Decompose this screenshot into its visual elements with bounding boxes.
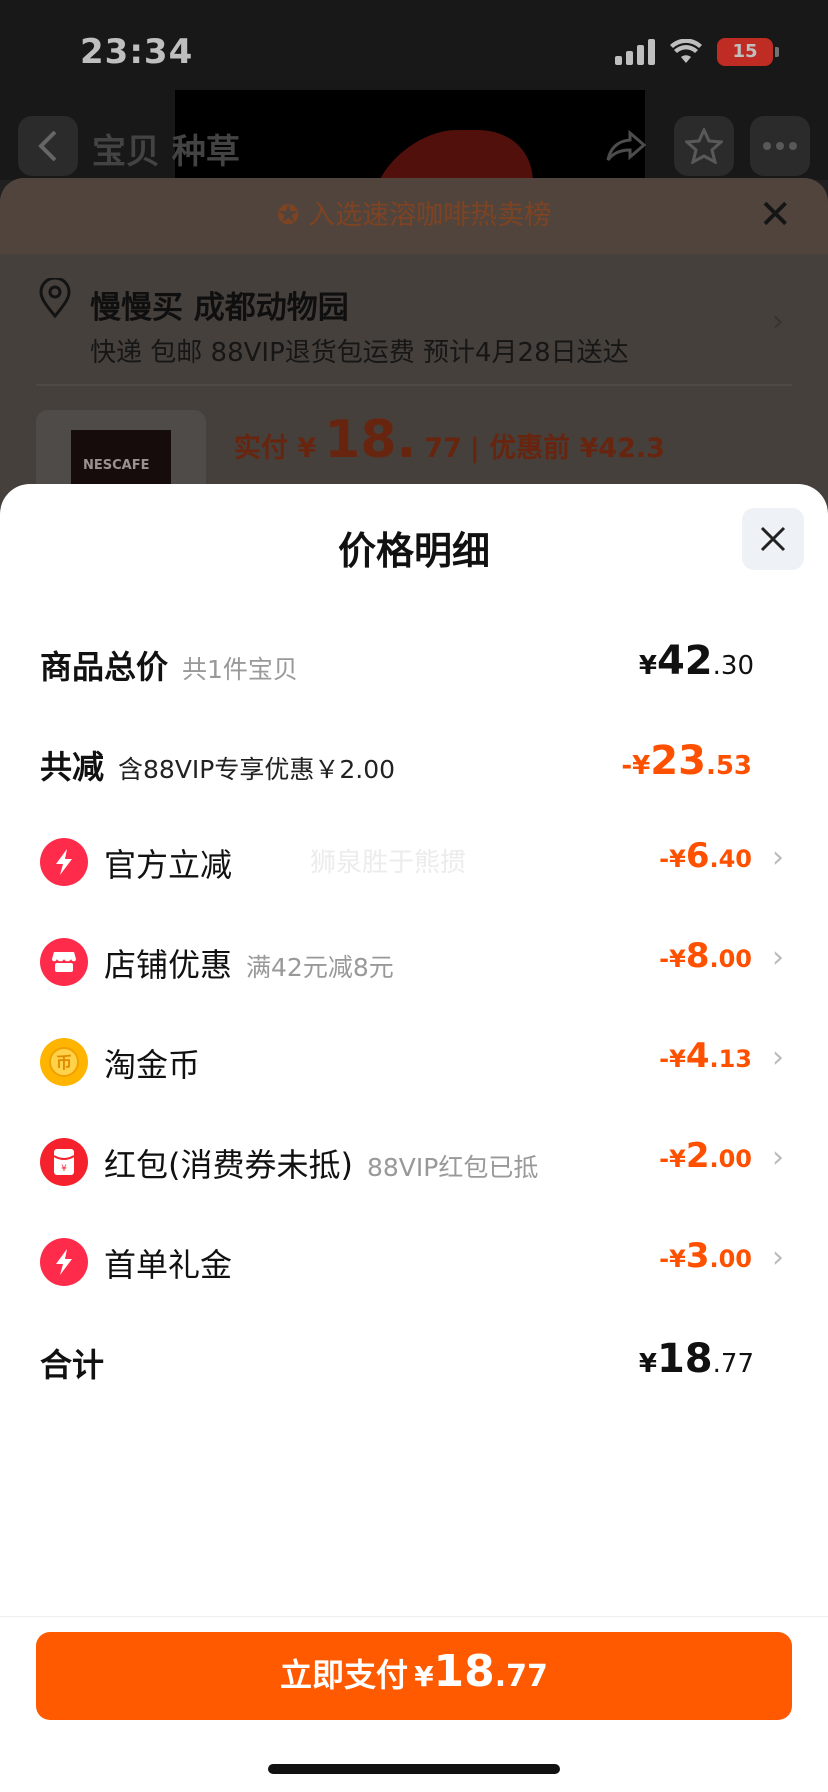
discount-label: 首单礼金 [104, 1246, 233, 1284]
discount-amount: -¥ 2.00 [659, 1136, 752, 1176]
lightning-icon [40, 838, 88, 886]
svg-text:币: 币 [56, 1053, 72, 1072]
dim-overlay[interactable] [0, 0, 828, 520]
chevron-right-icon: › [772, 1040, 784, 1075]
discount-row-coins[interactable]: 币 淘金币 -¥ 4.13 › [0, 1030, 828, 1090]
subtotal-label: 商品总价 [40, 648, 169, 686]
discount-amount: -¥ 4.13 [659, 1036, 752, 1076]
home-indicator[interactable] [268, 1764, 560, 1774]
discount-amount: -¥ 8.00 [659, 936, 752, 976]
svg-text:¥: ¥ [61, 1164, 67, 1174]
discount-condition: 满42元减8元 [246, 953, 394, 982]
discount-row-official[interactable]: 官方立减 -¥ 6.40 › [0, 830, 828, 890]
subtotal-count: 共1件宝贝 [182, 655, 298, 684]
gold-coin-icon: 币 [40, 1038, 88, 1086]
price-detail-sheet: 价格明细 狮泉胜于熊掼 商品总价 共1件宝贝 ¥42.30 共减 含88VIP专… [0, 484, 828, 1792]
divider [0, 1616, 828, 1617]
lightning-icon [40, 1238, 88, 1286]
vip-discount-note: 含88VIP专享优惠￥2.00 [118, 755, 396, 784]
chevron-right-icon: › [772, 840, 784, 875]
sheet-title: 价格明细 [337, 529, 490, 573]
red-packet-icon: ¥ [40, 1138, 88, 1186]
subtotal-amount: ¥42.30 [638, 638, 754, 684]
total-amount: ¥18.77 [638, 1336, 754, 1382]
discount-row-store[interactable]: 店铺优惠 满42元减8元 -¥ 8.00 › [0, 930, 828, 990]
close-icon [760, 526, 786, 552]
discount-row-first-order[interactable]: 首单礼金 -¥ 3.00 › [0, 1230, 828, 1290]
chevron-right-icon: › [772, 940, 784, 975]
pay-button-label: 立即支付 [280, 1656, 409, 1694]
total-discount-row: 共减 含88VIP专享优惠￥2.00 -¥ 23.53 [0, 732, 828, 792]
discount-condition: 88VIP红包已抵 [366, 1153, 539, 1182]
store-icon [40, 938, 88, 986]
discount-label: 红包(消费券未抵) [104, 1146, 353, 1184]
discount-amount: -¥ 3.00 [659, 1236, 752, 1276]
chevron-right-icon: › [772, 1140, 784, 1175]
discount-label: 官方立减 [104, 846, 233, 884]
discount-amount: -¥ 6.40 [659, 836, 752, 876]
discount-label: 淘金币 [104, 1046, 201, 1084]
discount-label: 店铺优惠 [104, 946, 233, 984]
chevron-right-icon: › [772, 1240, 784, 1275]
total-discount-label: 共减 [40, 748, 105, 786]
close-button[interactable] [742, 508, 804, 570]
total-discount-amount: -¥ 23.53 [621, 738, 752, 784]
discount-row-red-packet[interactable]: ¥ 红包(消费券未抵) 88VIP红包已抵 -¥ 2.00 › [0, 1130, 828, 1190]
total-row: 合计 ¥18.77 [0, 1330, 828, 1390]
pay-now-button[interactable]: 立即支付 ¥18.77 [36, 1632, 792, 1720]
total-label: 合计 [40, 1346, 105, 1384]
subtotal-row: 商品总价 共1件宝贝 ¥42.30 [0, 632, 828, 692]
